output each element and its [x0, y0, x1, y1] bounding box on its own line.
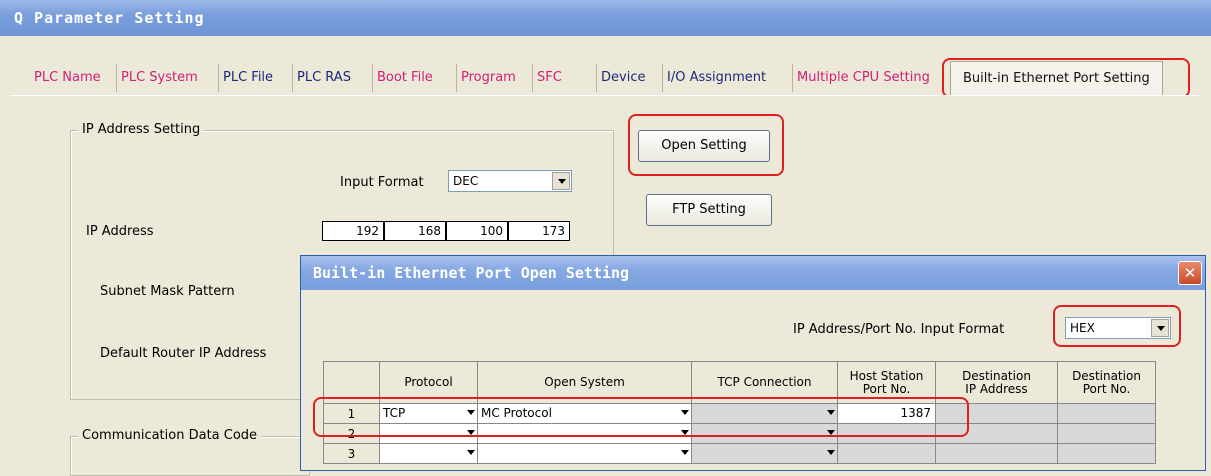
tcp-connection-cell[interactable]	[691, 403, 838, 424]
tab-program[interactable]: Program	[456, 64, 516, 92]
close-icon[interactable]: ✕	[1178, 261, 1202, 285]
tab-plc-file[interactable]: PLC File	[218, 64, 273, 92]
dest-ip-cell[interactable]	[935, 403, 1058, 424]
tab-plc-ras[interactable]: PLC RAS	[292, 64, 351, 92]
open-system-cell[interactable]	[477, 443, 692, 464]
row-number: 1	[323, 403, 380, 424]
subnet-mask-label: Subnet Mask Pattern	[100, 284, 235, 299]
open-setting-dialog: Built-in Ethernet Port Open Setting ✕ IP…	[300, 255, 1206, 471]
open-setting-button[interactable]: Open Setting	[638, 130, 770, 162]
input-format-select[interactable]: DEC	[448, 170, 572, 192]
dest-port-header-line2: Port No.	[1082, 381, 1131, 396]
protocol-cell[interactable]: TCP	[379, 403, 478, 424]
ip-octet-4[interactable]: 173	[508, 221, 570, 241]
dest-ip-cell[interactable]	[935, 443, 1058, 464]
tcp-connection-cell[interactable]	[691, 443, 838, 464]
tcp-connection-cell[interactable]	[691, 423, 838, 444]
dialog-title: Built-in Ethernet Port Open Setting	[313, 264, 630, 282]
open-setting-table: Protocol Open System TCP Connection Host…	[323, 361, 1156, 464]
host-port-cell[interactable]: 1387	[837, 403, 936, 424]
protocol-header: Protocol	[379, 361, 478, 404]
window-title: Q Parameter Setting	[14, 9, 205, 27]
protocol-cell[interactable]	[379, 423, 478, 444]
dest-port-cell[interactable]	[1057, 423, 1156, 444]
open-system-cell[interactable]: MC Protocol	[477, 403, 692, 424]
hex-format-select[interactable]: HEX	[1065, 317, 1171, 339]
tab-plc-name[interactable]: PLC Name	[30, 64, 101, 92]
chevron-down-icon[interactable]	[467, 430, 475, 435]
tab-plc-system[interactable]: PLC System	[116, 64, 198, 92]
chevron-down-icon[interactable]	[827, 450, 835, 455]
chevron-down-icon[interactable]	[681, 410, 689, 415]
host-port-header-line1: Host Station	[849, 368, 924, 383]
dest-port-header-line1: Destination	[1072, 368, 1141, 383]
row-number: 3	[323, 443, 380, 464]
table-row[interactable]: 3	[323, 443, 1156, 464]
dest-ip-header: Destination IP Address	[935, 361, 1058, 404]
tab-multiple-cpu-setting[interactable]: Multiple CPU Setting	[792, 64, 930, 92]
chevron-down-icon[interactable]	[467, 410, 475, 415]
hex-format-value: HEX	[1070, 321, 1095, 335]
ip-octet-1[interactable]: 192	[322, 221, 384, 241]
host-port-header-line2: Port No.	[862, 381, 911, 396]
chevron-down-icon[interactable]	[1151, 319, 1169, 337]
chevron-down-icon[interactable]	[827, 430, 835, 435]
chevron-down-icon[interactable]	[827, 410, 835, 415]
table-row[interactable]: 2	[323, 423, 1156, 444]
ftp-setting-button[interactable]: FTP Setting	[646, 194, 772, 226]
row-number-header	[323, 361, 380, 404]
dialog-titlebar[interactable]: Built-in Ethernet Port Open Setting ✕	[301, 256, 1205, 290]
row-number: 2	[323, 423, 380, 444]
ip-address-setting-label: IP Address Setting	[78, 122, 205, 137]
open-system-header: Open System	[477, 361, 692, 404]
tab-boot-file[interactable]: Boot File	[372, 64, 433, 92]
dest-port-header: Destination Port No.	[1057, 361, 1156, 404]
ip-octet-2[interactable]: 168	[384, 221, 446, 241]
dest-port-cell[interactable]	[1057, 443, 1156, 464]
tab-io-assignment[interactable]: I/O Assignment	[662, 64, 766, 92]
table-row[interactable]: 1 TCP MC Protocol 1387	[323, 403, 1156, 424]
host-port-cell[interactable]	[837, 443, 936, 464]
tab-built-in-ethernet-port-setting[interactable]: Built-in Ethernet Port Setting	[950, 61, 1163, 95]
communication-data-code-label: Communication Data Code	[78, 428, 262, 443]
ip-address-label: IP Address	[86, 224, 154, 239]
tab-sfc[interactable]: SFC	[532, 64, 562, 92]
dest-ip-header-line2: IP Address	[965, 381, 1028, 396]
protocol-value: TCP	[383, 406, 406, 420]
tab-strip: PLC Name PLC System PLC File PLC RAS Boo…	[0, 60, 1211, 96]
protocol-cell[interactable]	[379, 443, 478, 464]
host-port-header: Host Station Port No.	[837, 361, 936, 404]
chevron-down-icon[interactable]	[552, 172, 570, 190]
chevron-down-icon[interactable]	[681, 450, 689, 455]
tab-device[interactable]: Device	[596, 64, 645, 92]
chevron-down-icon[interactable]	[681, 430, 689, 435]
chevron-down-icon[interactable]	[467, 450, 475, 455]
default-router-label: Default Router IP Address	[100, 346, 267, 361]
open-system-cell[interactable]	[477, 423, 692, 444]
input-format-label: Input Format	[340, 175, 424, 190]
dest-ip-cell[interactable]	[935, 423, 1058, 444]
tcp-connection-header: TCP Connection	[691, 361, 838, 404]
host-port-value: 1387	[900, 406, 931, 420]
input-format-value: DEC	[453, 174, 479, 188]
input-format-label-dialog: IP Address/Port No. Input Format	[793, 322, 1005, 337]
dest-ip-header-line1: Destination	[962, 368, 1031, 383]
window-titlebar[interactable]: Q Parameter Setting	[0, 0, 1211, 36]
open-system-value: MC Protocol	[481, 406, 552, 420]
q-parameter-setting-window: Q Parameter Setting PLC Name PLC System …	[0, 0, 1211, 476]
ip-octet-3[interactable]: 100	[446, 221, 508, 241]
host-port-cell[interactable]	[837, 423, 936, 444]
dest-port-cell[interactable]	[1057, 403, 1156, 424]
